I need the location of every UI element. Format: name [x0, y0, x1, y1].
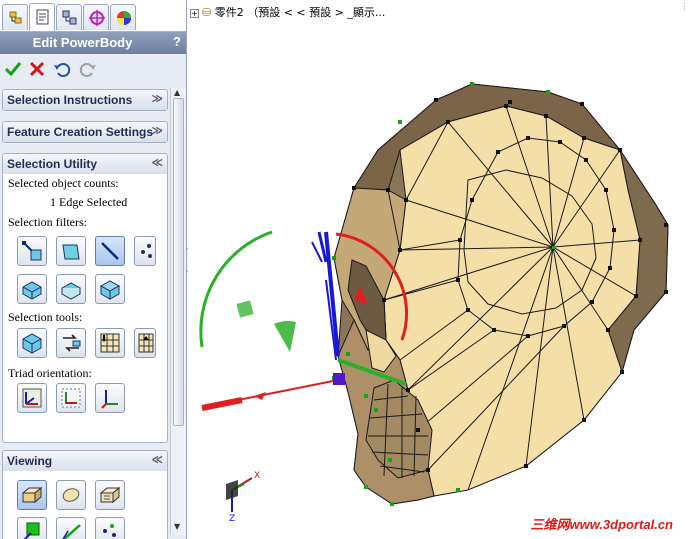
group-header-viewing[interactable]: Viewing ≪: [3, 451, 167, 471]
group-header-selection-instructions[interactable]: Selection Instructions ≫: [3, 90, 167, 110]
group-label: Viewing: [7, 454, 53, 468]
green-edge-icon: [62, 524, 81, 539]
vertex-filter-icon: [22, 241, 42, 261]
manipulator-origin-handle[interactable]: [333, 373, 345, 385]
reference-triad: X Z: [226, 471, 260, 524]
selected-counts-label: Selected object counts:: [8, 176, 119, 190]
view-edge-select-button[interactable]: [56, 517, 86, 539]
collapse-chevron-icon[interactable]: ≪: [151, 453, 163, 466]
cancel-x-icon[interactable]: [28, 60, 46, 78]
cube-select-icon: [22, 333, 42, 354]
group-viewing: Viewing ≪: [2, 450, 168, 539]
tool-grow-selection-button[interactable]: [95, 328, 125, 358]
expand-chevron-icon[interactable]: ≫: [151, 92, 163, 105]
view-face-select-button[interactable]: [17, 517, 47, 539]
triad-local-icon: [61, 388, 81, 408]
filter-body-button[interactable]: [17, 274, 47, 304]
edge-filter-icon: [101, 242, 119, 260]
selection-tools-label: Selection tools:: [8, 310, 83, 324]
rotate-ring-green[interactable]: [199, 230, 273, 348]
dimxpert-icon: [89, 10, 105, 26]
property-manager-title-bar: Edit PowerBody ?: [0, 32, 186, 54]
grow-selection-icon: [100, 333, 120, 353]
expand-chevron-icon[interactable]: ≫: [151, 124, 163, 137]
ok-check-icon[interactable]: [4, 60, 22, 78]
point-filter-icon: [141, 244, 152, 258]
display-manager-tab[interactable]: [110, 4, 136, 30]
scrollbar-thumb[interactable]: [173, 98, 184, 426]
graphics-viewport[interactable]: + ⛁ 零件2 （預設 < < 預設 > _顯示... ⋮ X Z 三维网www…: [188, 0, 691, 539]
triad-local-button[interactable]: [56, 383, 86, 413]
scroll-down-arrow-icon[interactable]: ▼: [174, 522, 180, 531]
head-model-canvas[interactable]: X Z: [188, 0, 691, 539]
vertex-dots-icon: [103, 524, 116, 537]
triad-orientation-label: Triad orientation:: [8, 366, 92, 380]
scroll-up-arrow-icon[interactable]: ▲: [174, 88, 180, 97]
face-filter-icon: [62, 244, 80, 260]
redo-icon[interactable]: [79, 60, 97, 78]
tool-invert-selection-button[interactable]: [56, 328, 86, 358]
smooth-ellipse-icon: [62, 488, 80, 502]
group-selection-utility: Selection Utility ≪ Selected object coun…: [2, 153, 168, 443]
triad-x-label: X: [254, 471, 260, 481]
watermark-text: 三维网www.3dportal.cn: [530, 517, 673, 532]
shell-filter-icon: [61, 282, 81, 300]
filter-shell-button[interactable]: [56, 274, 86, 304]
selection-filters-label: Selection filters:: [8, 215, 87, 229]
property-sheet-icon: [36, 9, 49, 25]
wireframe-box-icon: [99, 486, 121, 504]
group-label: Selection Utility: [7, 157, 98, 171]
action-row: [0, 55, 186, 83]
solid-filter-icon: [99, 280, 121, 300]
shrink-selection-icon: [138, 333, 154, 353]
filter-edge-button[interactable]: [95, 236, 125, 266]
group-label: Selection Instructions: [7, 93, 133, 107]
tool-shrink-selection-button[interactable]: [134, 328, 156, 358]
panel-scrollbar[interactable]: ▲ ▼: [170, 88, 186, 535]
view-vertex-select-button[interactable]: [95, 517, 125, 539]
property-manager-title: Edit PowerBody: [32, 35, 133, 50]
invert-selection-icon: [63, 334, 81, 352]
display-manager-icon: [117, 11, 131, 25]
help-button[interactable]: ?: [173, 34, 181, 49]
triad-screen-button[interactable]: [95, 383, 125, 413]
triad-z-label: Z: [229, 514, 235, 524]
property-manager-panel: Edit PowerBody ? Selection Instructions …: [0, 0, 187, 539]
group-header-selection-utility[interactable]: Selection Utility ≪: [3, 154, 167, 174]
undo-icon[interactable]: [53, 60, 71, 78]
collapse-chevron-icon[interactable]: ≪: [151, 156, 163, 169]
manager-tab-bar: [0, 0, 186, 32]
dimxpert-tab[interactable]: [83, 4, 109, 30]
green-face-icon: [23, 522, 40, 539]
feature-manager-tab[interactable]: [2, 4, 28, 30]
feature-tree-icon: [9, 11, 22, 24]
filter-point-button[interactable]: [134, 236, 156, 266]
plane-handle-green[interactable]: [236, 300, 254, 318]
triad-world-button[interactable]: [17, 383, 47, 413]
group-feature-creation-settings: Feature Creation Settings ≫: [2, 121, 168, 143]
view-shaded-button[interactable]: [17, 480, 47, 510]
tool-select-all-button[interactable]: [17, 328, 47, 358]
head-mesh[interactable]: [332, 82, 669, 506]
triad-screen-icon: [101, 390, 118, 409]
filter-face-button[interactable]: [56, 236, 86, 266]
group-selection-instructions: Selection Instructions ≫: [2, 89, 168, 111]
filter-vertex-button[interactable]: [17, 236, 47, 266]
group-label: Feature Creation Settings: [7, 125, 154, 139]
selected-counts-value: 1 Edge Selected: [50, 195, 128, 209]
filter-solid-button[interactable]: [95, 274, 125, 304]
triad-world-icon: [22, 388, 42, 408]
rotate-handle-green[interactable]: [274, 321, 296, 352]
body-filter-icon: [22, 281, 42, 300]
configuration-icon: [62, 10, 77, 25]
group-header-feature-creation-settings[interactable]: Feature Creation Settings ≫: [3, 122, 167, 142]
shaded-box-icon: [21, 486, 43, 504]
view-smooth-button[interactable]: [56, 480, 86, 510]
view-wireframe-button[interactable]: [95, 480, 125, 510]
property-manager-tab[interactable]: [29, 3, 55, 31]
configuration-manager-tab[interactable]: [56, 4, 82, 30]
